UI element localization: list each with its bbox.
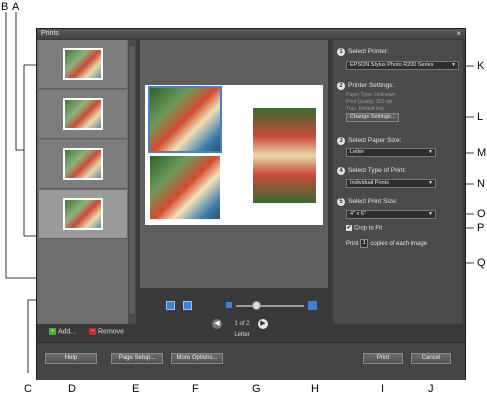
plus-icon: + [49,328,56,335]
thumbnail-photo [63,198,103,230]
callout-k: K [477,60,485,72]
step-printer-settings: 2 Printer Settings: [337,82,394,90]
thumbnail-item[interactable] [39,90,127,139]
callout-g: G [252,383,261,395]
crop-to-fit-checkbox[interactable]: ✔ Crop to Fit [346,225,382,232]
callout-q: Q [477,257,486,269]
thumbnail-item[interactable] [39,190,127,239]
callout-b: B [1,1,9,13]
next-page-button[interactable]: ▶ [258,319,268,329]
thumbnail-pane [37,40,136,324]
print-quality-info: Print Quality: 300 dpi [346,99,393,105]
remove-photo-button[interactable]: − Remove [89,328,124,335]
help-button[interactable]: Help [45,353,97,364]
paper-name: Letter [234,332,250,338]
zoom-slider-handle[interactable] [252,301,261,310]
callout-n: N [477,178,485,190]
preview-photo[interactable] [150,156,220,219]
zoom-in-icon[interactable] [308,301,317,310]
cancel-button[interactable]: Cancel [411,353,451,364]
callout-e: E [132,383,140,395]
step-number: 4 [337,167,345,175]
callout-a: A [12,1,20,13]
scrollbar-thumb[interactable] [129,46,135,314]
preview-page [145,85,323,225]
callout-l: L [477,111,484,123]
callout-o: O [477,208,486,220]
add-photo-button[interactable]: + Add... [49,328,76,335]
thumbnail-photo [63,148,103,180]
thumbnail-photo [63,48,103,80]
print-type-dropdown[interactable]: Individual Prints ▼ [346,179,436,188]
thumbnail-item[interactable] [39,40,127,89]
copies-stepper[interactable]: 1 [360,239,369,248]
chevron-down-icon: ▼ [451,62,456,68]
preview-photo[interactable] [253,108,316,203]
change-settings-button[interactable]: Change Settings... [346,113,400,122]
settings-pane: 1 Select Printer: EPSON Stylus Photo R200… [333,40,463,324]
callout-i: I [381,383,385,395]
page-count: 1 of 2 [234,321,250,327]
printer-dropdown[interactable]: EPSON Stylus Photo R200 Series ▼ [346,61,459,70]
thumbnail-photo [63,98,103,130]
step-print-type: 4 Select Type of Print: [337,167,406,175]
paper-type-info: Paper Type: Unknown [346,92,396,98]
rotate-left-icon[interactable] [166,301,175,310]
callout-j: J [428,383,434,395]
thumbnail-item[interactable] [39,140,127,189]
callout-f: F [192,383,199,395]
rotate-right-icon[interactable] [183,301,192,310]
checkmark-icon: ✔ [346,225,352,231]
step-number: 2 [337,82,345,90]
window-title: Prints [41,30,59,37]
step-select-printer: 1 Select Printer: [337,48,389,56]
preview-controls: ◀ 1 of 2 ▶ Letter [140,290,328,338]
chevron-down-icon: ▼ [428,211,433,217]
chevron-down-icon: ▼ [428,180,433,186]
print-button[interactable]: Print [363,353,403,364]
dialog-button-bar: Help Page Setup... More Options... Print… [37,342,465,380]
copies-row: Print 1 copies of each image [346,239,428,248]
preview-photo[interactable] [148,86,222,153]
more-options-button[interactable]: More Options... [171,353,223,364]
callout-d: D [68,383,76,395]
step-print-size: 5 Select Print Size: [337,198,398,206]
step-number: 5 [337,198,345,206]
step-number: 1 [337,48,345,56]
prints-dialog: Prints × + Add... − Remove ◀ 1 of 2 ▶ Lett… [36,28,466,380]
print-preview-area [140,40,328,288]
thumbnail-scrollbar[interactable] [128,40,136,324]
title-bar: Prints × [37,29,465,39]
callout-p: P [477,222,485,234]
tray-info: Tray: Default tray [346,106,385,112]
close-icon[interactable]: × [456,29,461,38]
callout-h: H [311,383,319,395]
paper-size-dropdown[interactable]: Letter ▼ [346,148,436,157]
step-number: 3 [337,137,345,145]
zoom-out-icon[interactable] [226,302,232,308]
print-size-dropdown[interactable]: 4" x 6" ▼ [346,210,436,219]
callout-m: M [477,147,487,159]
minus-icon: − [89,328,96,335]
previous-page-button[interactable]: ◀ [212,319,222,329]
zoom-slider[interactable] [236,305,304,307]
page-setup-button[interactable]: Page Setup... [111,353,163,364]
callout-c: C [24,383,32,395]
add-remove-controls: + Add... − Remove [39,325,135,339]
step-paper-size: 3 Select Paper Size: [337,137,401,145]
chevron-down-icon: ▼ [428,149,433,155]
